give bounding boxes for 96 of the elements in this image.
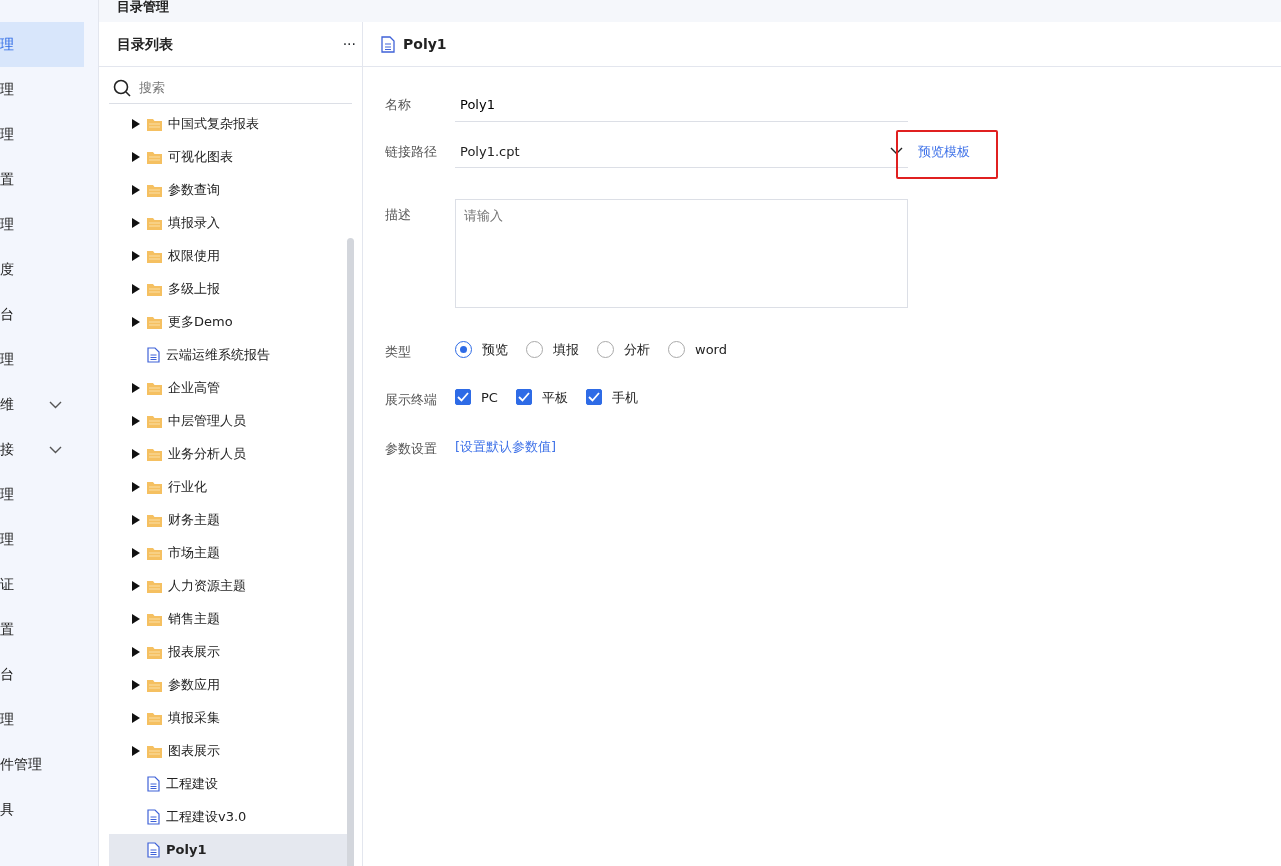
- field-label: 类型: [385, 343, 412, 361]
- folder-icon: [147, 678, 162, 692]
- option-label: PC: [481, 388, 498, 407]
- option-label: 平板: [541, 388, 568, 407]
- scrollbar[interactable]: [347, 237, 354, 866]
- tree-item[interactable]: 中层管理人员: [109, 404, 347, 438]
- folder-icon: [147, 612, 162, 626]
- sidebar-item[interactable]: 理: [0, 112, 84, 157]
- tree-item[interactable]: 填报录入: [109, 206, 347, 240]
- option-label: 手机: [611, 388, 638, 407]
- more-button[interactable]: ···: [342, 33, 356, 55]
- sidebar-item[interactable]: 理: [0, 202, 84, 247]
- document-title: Poly1: [403, 34, 447, 54]
- document-icon: [147, 347, 160, 363]
- folder-icon: [147, 150, 162, 164]
- name-field[interactable]: Poly1: [455, 89, 908, 122]
- description-field[interactable]: 请输入: [455, 199, 908, 308]
- tree-item[interactable]: 权限使用: [109, 239, 347, 273]
- tree-item[interactable]: 工程建设: [109, 767, 347, 801]
- sidebar-item[interactable]: 台: [0, 292, 84, 337]
- sidebar-item[interactable]: 具: [0, 787, 84, 832]
- tree-item[interactable]: 报表展示: [109, 635, 347, 669]
- tree-item[interactable]: 参数应用: [109, 668, 347, 702]
- sidebar-item[interactable]: 理: [0, 22, 84, 67]
- search-icon: [113, 78, 131, 97]
- tree-item[interactable]: 财务主题: [109, 503, 347, 537]
- checkbox[interactable]: [455, 389, 471, 406]
- tree-item[interactable]: 企业高管: [109, 371, 347, 405]
- parameter-link[interactable]: [设置默认参数值]: [455, 433, 557, 457]
- folder-icon: [147, 546, 162, 560]
- option-label: word: [695, 341, 727, 359]
- option-label: 分析: [624, 341, 650, 359]
- folder-icon: [147, 579, 162, 593]
- folder-icon: [147, 513, 162, 527]
- tree-item[interactable]: 云端运维系统报告: [109, 338, 347, 372]
- folder-icon: [147, 216, 162, 230]
- folder-icon: [147, 315, 162, 329]
- folder-icon: [147, 249, 162, 263]
- checkbox[interactable]: [515, 389, 532, 406]
- document-icon: [147, 809, 160, 825]
- tree-item[interactable]: 图表展示: [109, 734, 347, 768]
- sidebar-item[interactable]: 度: [0, 247, 84, 292]
- sidebar-item[interactable]: 台: [0, 652, 84, 697]
- chevron-icon: [890, 147, 903, 156]
- sidebar-item[interactable]: 接: [0, 427, 84, 472]
- tree-item[interactable]: 更多Demo: [109, 305, 347, 339]
- search-field[interactable]: 搜索: [137, 77, 317, 99]
- folder-icon: [147, 117, 162, 131]
- tree-item[interactable]: 人力资源主题: [109, 569, 347, 603]
- option-label: 预览: [482, 341, 508, 359]
- sidebar-item[interactable]: 理: [0, 472, 84, 517]
- tree-item[interactable]: 行业化: [109, 470, 347, 504]
- path-dropdown[interactable]: Poly1.cpt: [455, 135, 908, 168]
- field-label: 参数设置: [385, 440, 438, 458]
- folder-icon: [147, 645, 162, 659]
- tree-item[interactable]: 填报采集: [109, 701, 347, 735]
- sidebar-item[interactable]: 理: [0, 337, 84, 382]
- tree-item[interactable]: 销售主题: [109, 602, 347, 636]
- folder-icon: [147, 480, 162, 494]
- checkbox[interactable]: [585, 389, 602, 406]
- tree-item[interactable]: 多级上报: [109, 272, 347, 306]
- tree-item[interactable]: 可视化图表: [109, 140, 347, 174]
- folder-icon: [147, 381, 162, 395]
- sidebar-item[interactable]: 证: [0, 562, 84, 607]
- folder-icon: [147, 183, 162, 197]
- sidebar-item[interactable]: 理: [0, 67, 84, 112]
- tree-item[interactable]: 中国式复杂报表: [109, 107, 347, 141]
- field-label: 描述: [385, 206, 412, 224]
- tree-item[interactable]: 工程建设v3.0: [109, 800, 347, 834]
- page-title: 目录管理: [117, 0, 169, 14]
- sidebar-item[interactable]: 置: [0, 607, 84, 652]
- tree-item[interactable]: 参数查询: [109, 173, 347, 207]
- chevron-icon: [49, 445, 62, 454]
- sidebar-item[interactable]: 维: [0, 382, 84, 427]
- sidebar-item[interactable]: 置: [0, 157, 84, 202]
- chevron-icon: [49, 400, 62, 409]
- sidebar-item[interactable]: 件管理: [0, 742, 84, 787]
- field-label: 展示终端: [385, 390, 438, 409]
- document-icon: [147, 842, 160, 858]
- folder-icon: [147, 711, 162, 725]
- folder-icon: [147, 447, 162, 461]
- document-icon: [147, 776, 160, 792]
- tree-item[interactable]: 业务分析人员: [109, 437, 347, 471]
- sidebar-item[interactable]: 理: [0, 697, 84, 742]
- field-label: 链接路径: [385, 142, 438, 161]
- tree-item[interactable]: 市场主题: [109, 536, 347, 570]
- field-label: 名称: [385, 96, 412, 114]
- document-icon: [381, 35, 395, 53]
- sidebar-item[interactable]: 理: [0, 517, 84, 562]
- option-label: 填报: [553, 341, 579, 359]
- preview-link[interactable]: 预览模板: [918, 143, 970, 159]
- folder-icon: [147, 744, 162, 758]
- folder-icon: [147, 414, 162, 428]
- panel-title: 目录列表: [117, 34, 173, 54]
- folder-icon: [147, 282, 162, 296]
- tree-item[interactable]: Poly1: [109, 833, 347, 866]
